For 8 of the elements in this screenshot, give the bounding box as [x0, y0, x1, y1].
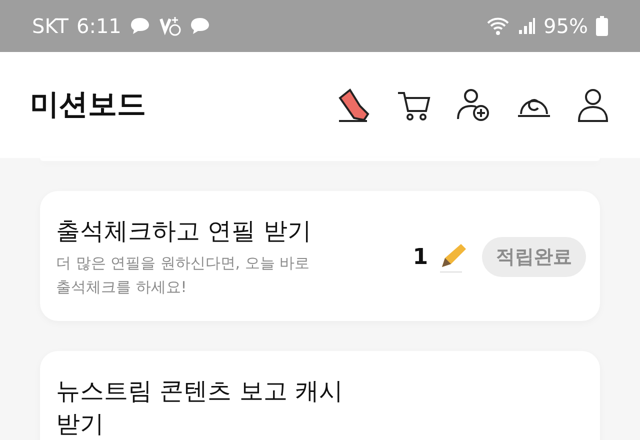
mission-description: 더 많은 연필을 원하신다면, 오늘 바로 출석체크를 하세요! [56, 253, 311, 298]
battery-percent: 95% [544, 13, 588, 40]
page-title: 미션보드 [30, 86, 146, 124]
clock-time: 6:11 [76, 13, 122, 40]
mission-title: 뉴스트림 콘텐츠 보고 캐시 받기 [56, 376, 344, 440]
carrier-name: SKT [32, 13, 68, 40]
mission-title: 출석체크하고 연필 받기 [56, 216, 312, 247]
reward-count: 1 [412, 244, 428, 272]
